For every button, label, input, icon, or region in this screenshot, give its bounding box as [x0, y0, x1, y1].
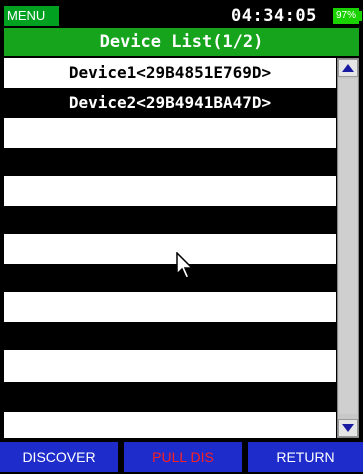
- empty-row: [4, 148, 336, 176]
- scrollbar[interactable]: [337, 58, 359, 438]
- empty-row: [4, 264, 336, 292]
- page-title: Device List(1/2): [4, 28, 359, 56]
- empty-row: [4, 234, 336, 264]
- battery-icon: [359, 11, 362, 21]
- empty-row: [4, 382, 336, 412]
- device-list: Device1<29B4851E769D> Device2<29B4941BA4…: [4, 58, 336, 438]
- empty-row: [4, 350, 336, 382]
- discover-button[interactable]: DISCOVER: [0, 442, 118, 472]
- status-bar: MENU 04:34:05 97%: [0, 0, 363, 26]
- device-screen: MENU 04:34:05 97% Device List(1/2) Devic…: [0, 0, 363, 474]
- device-list-item[interactable]: Device1<29B4851E769D>: [4, 58, 336, 88]
- return-button[interactable]: RETURN: [248, 442, 363, 472]
- triangle-down-icon: [342, 424, 354, 432]
- clock: 04:34:05: [231, 6, 317, 26]
- scroll-thumb[interactable]: [339, 79, 357, 414]
- empty-row: [4, 176, 336, 206]
- empty-row: [4, 118, 336, 148]
- pull-dis-button[interactable]: PULL DIS: [124, 442, 242, 472]
- battery-indicator: 97%: [333, 8, 359, 24]
- triangle-up-icon: [342, 64, 354, 72]
- scroll-up-button[interactable]: [338, 59, 358, 77]
- mouse-pointer-icon: [176, 252, 194, 279]
- empty-row: [4, 322, 336, 350]
- empty-row: [4, 412, 336, 438]
- menu-button[interactable]: MENU: [4, 6, 59, 26]
- device-list-item[interactable]: Device2<29B4941BA47D>: [4, 88, 336, 118]
- empty-row: [4, 206, 336, 234]
- empty-row: [4, 292, 336, 322]
- scroll-down-button[interactable]: [338, 419, 358, 437]
- bottom-toolbar: DISCOVER PULL DIS RETURN: [0, 440, 363, 474]
